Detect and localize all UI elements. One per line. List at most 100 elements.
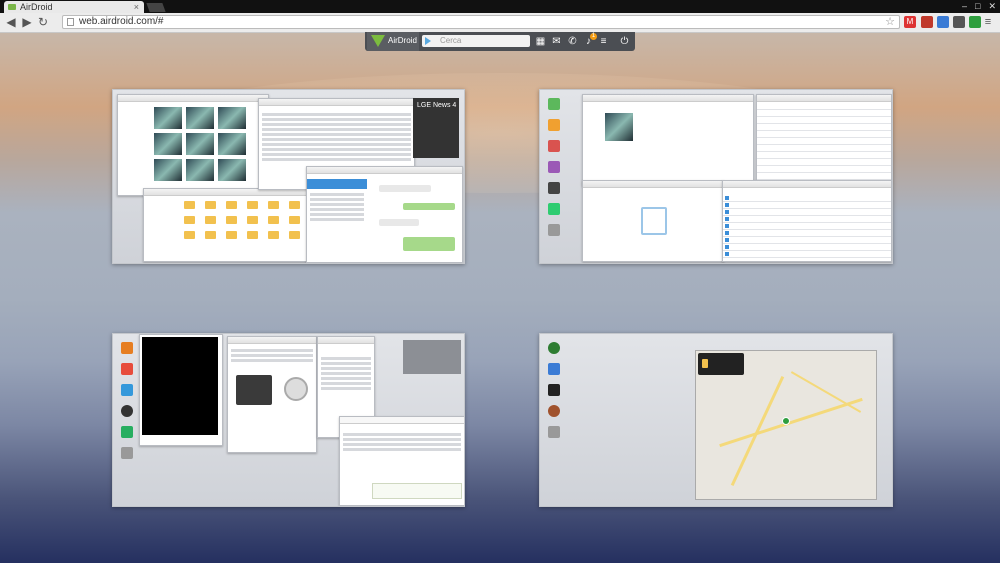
device-info-popup[interactable] (698, 353, 744, 375)
workspace-1[interactable]: LGE News 4 (112, 89, 465, 264)
find-phone-map[interactable] (695, 350, 877, 500)
camera-app-icon[interactable] (121, 363, 133, 375)
address-bar[interactable]: web.airdroid.com/# ☆ (62, 15, 900, 29)
phone-app-icon[interactable] (548, 203, 560, 215)
row-checkbox[interactable] (725, 203, 729, 207)
folder-icon[interactable] (289, 216, 300, 224)
new-tab-button[interactable] (146, 3, 166, 12)
folder-app-icon[interactable] (548, 119, 560, 131)
add-app-icon[interactable] (121, 447, 133, 459)
row-checkbox[interactable] (725, 217, 729, 221)
workspace-2[interactable] (539, 89, 893, 264)
list-item[interactable] (310, 218, 364, 221)
list-item[interactable] (262, 128, 411, 131)
video-app-icon[interactable] (548, 182, 560, 194)
table-row[interactable] (757, 103, 891, 110)
list-item[interactable] (262, 148, 411, 151)
minimize-button[interactable]: – (962, 0, 967, 12)
photos-window[interactable] (117, 94, 269, 196)
row-checkbox[interactable] (725, 196, 729, 200)
menu-icon[interactable]: ≡ (598, 36, 609, 47)
table-row[interactable] (723, 216, 891, 223)
maximize-button[interactable]: □ (975, 0, 980, 12)
window-app-icon[interactable] (548, 363, 560, 375)
contact-detail-window[interactable] (339, 416, 464, 506)
photo-thumbnail[interactable] (186, 133, 214, 155)
photo-thumbnail[interactable] (218, 133, 246, 155)
list-item[interactable] (310, 208, 364, 211)
list-item[interactable] (321, 387, 371, 390)
photo-thumbnail[interactable] (154, 133, 182, 155)
puzzle-extension-icon[interactable] (953, 16, 965, 28)
screenshot-window[interactable] (139, 334, 223, 446)
folder-icon[interactable] (205, 201, 216, 209)
globe-app-icon[interactable] (548, 342, 560, 354)
table-row[interactable] (757, 159, 891, 166)
list-item[interactable] (321, 357, 371, 360)
ringtone-app-icon[interactable] (548, 161, 560, 173)
back-arrow-icon[interactable]: ◀ (4, 15, 18, 29)
list-item[interactable] (262, 118, 411, 121)
table-row[interactable] (723, 244, 891, 251)
table-row[interactable] (757, 117, 891, 124)
table-row[interactable] (723, 202, 891, 209)
list-item[interactable] (262, 123, 411, 126)
add-app-icon[interactable] (548, 224, 560, 236)
folder-icon[interactable] (289, 231, 300, 239)
folder-icon[interactable] (289, 201, 300, 209)
browser-tab[interactable]: AirDroid × (4, 1, 144, 13)
translate-extension-icon[interactable] (937, 16, 949, 28)
browser-menu-icon[interactable]: ≡ (982, 16, 994, 28)
list-item[interactable] (321, 372, 371, 375)
row-checkbox[interactable] (725, 238, 729, 242)
workspace-3[interactable] (112, 333, 465, 507)
table-row[interactable] (757, 145, 891, 152)
airdroid-logo[interactable]: AirDroid (367, 32, 419, 51)
table-row[interactable] (757, 152, 891, 159)
folder-icon[interactable] (226, 216, 237, 224)
contacts-app-icon[interactable] (121, 342, 133, 354)
row-checkbox[interactable] (725, 252, 729, 256)
table-row[interactable] (757, 166, 891, 173)
search-input[interactable]: Cerca (422, 35, 530, 47)
list-item[interactable] (262, 133, 411, 136)
list-item[interactable] (262, 143, 411, 146)
gmail-extension-icon[interactable]: M (904, 16, 916, 28)
avatar-app-icon[interactable] (548, 405, 560, 417)
reload-icon[interactable]: ↻ (36, 15, 50, 29)
contacts-window[interactable] (582, 180, 724, 262)
list-item[interactable] (310, 213, 364, 216)
folder-icon[interactable] (184, 216, 195, 224)
folder-icon[interactable] (268, 216, 279, 224)
screenshot-app-icon[interactable] (121, 384, 133, 396)
bookmark-star-icon[interactable]: ☆ (885, 16, 895, 28)
list-item[interactable] (321, 377, 371, 380)
list-item[interactable] (321, 382, 371, 385)
folder-icon[interactable] (268, 231, 279, 239)
terminal-app-icon[interactable] (548, 384, 560, 396)
star-app-icon[interactable] (548, 98, 560, 110)
music-window[interactable] (756, 94, 892, 192)
evernote-extension-icon[interactable] (969, 16, 981, 28)
list-item[interactable] (262, 153, 411, 156)
mail-icon[interactable]: ✉ (551, 36, 562, 47)
close-window-button[interactable]: ✕ (988, 0, 996, 12)
folder-icon[interactable] (184, 231, 195, 239)
table-row[interactable] (757, 110, 891, 117)
list-item[interactable] (262, 158, 411, 161)
table-row[interactable] (723, 195, 891, 202)
list-item[interactable] (310, 203, 364, 206)
folder-icon[interactable] (184, 201, 195, 209)
list-item[interactable] (310, 198, 364, 201)
forward-arrow-icon[interactable]: ▶ (20, 15, 34, 29)
pocket-extension-icon[interactable] (921, 16, 933, 28)
table-row[interactable] (723, 209, 891, 216)
phone-icon[interactable]: ✆ (567, 36, 578, 47)
folder-icon[interactable] (226, 201, 237, 209)
folder-icon[interactable] (247, 231, 258, 239)
photo-thumbnail[interactable] (186, 107, 214, 129)
folder-icon[interactable] (205, 216, 216, 224)
list-item[interactable] (262, 138, 411, 141)
folder-icon[interactable] (268, 201, 279, 209)
help-window[interactable] (227, 336, 317, 453)
